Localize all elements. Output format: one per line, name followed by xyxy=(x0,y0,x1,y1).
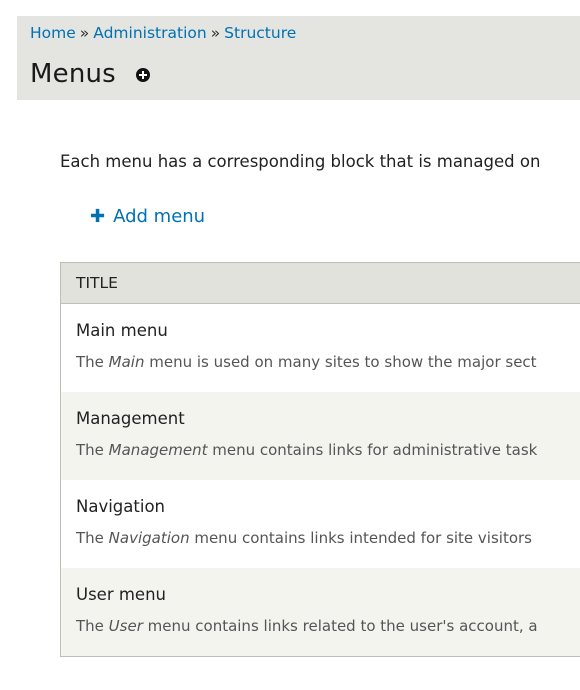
menu-description: The Navigation menu contains links inten… xyxy=(76,529,532,547)
table-row: Main menu The Main menu is used on many … xyxy=(61,304,580,392)
menu-description: The Main menu is used on many sites to s… xyxy=(76,353,537,371)
page-title: Menus xyxy=(30,59,116,89)
menus-table: TITLE Main menu The Main menu is used on… xyxy=(60,262,580,657)
menu-title: Navigation xyxy=(76,497,165,516)
table-row: User menu The User menu contains links r… xyxy=(61,568,580,656)
breadcrumb-administration-link[interactable]: Administration xyxy=(93,24,206,42)
page-header: Home» Administration» Structure Menus xyxy=(17,16,580,100)
menu-title: Main menu xyxy=(76,321,168,340)
breadcrumb: Home» Administration» Structure xyxy=(30,24,296,42)
page: Home» Administration» Structure Menus Each… xyxy=(0,0,580,690)
table-header-title[interactable]: TITLE xyxy=(61,263,580,304)
menu-title: Management xyxy=(76,409,185,428)
breadcrumb-separator: » xyxy=(79,24,90,42)
help-text: Each menu has a corresponding block that… xyxy=(60,152,541,171)
plus-icon: ✚ xyxy=(90,205,106,227)
title-row: Menus xyxy=(30,56,150,92)
table-row: Navigation The Navigation menu contains … xyxy=(61,480,580,568)
breadcrumb-structure-link[interactable]: Structure xyxy=(224,24,296,42)
add-menu-link[interactable]: ✚ Add menu xyxy=(90,206,205,227)
table-row: Management The Management menu contains … xyxy=(61,392,580,480)
add-menu-label: Add menu xyxy=(113,206,206,227)
breadcrumb-separator: » xyxy=(210,24,221,42)
breadcrumb-home-link[interactable]: Home xyxy=(30,24,76,42)
add-shortcut-icon[interactable] xyxy=(135,68,150,82)
menu-title: User menu xyxy=(76,585,166,604)
menu-description: The Management menu contains links for a… xyxy=(76,441,538,459)
menu-description: The User menu contains links related to … xyxy=(76,617,538,635)
